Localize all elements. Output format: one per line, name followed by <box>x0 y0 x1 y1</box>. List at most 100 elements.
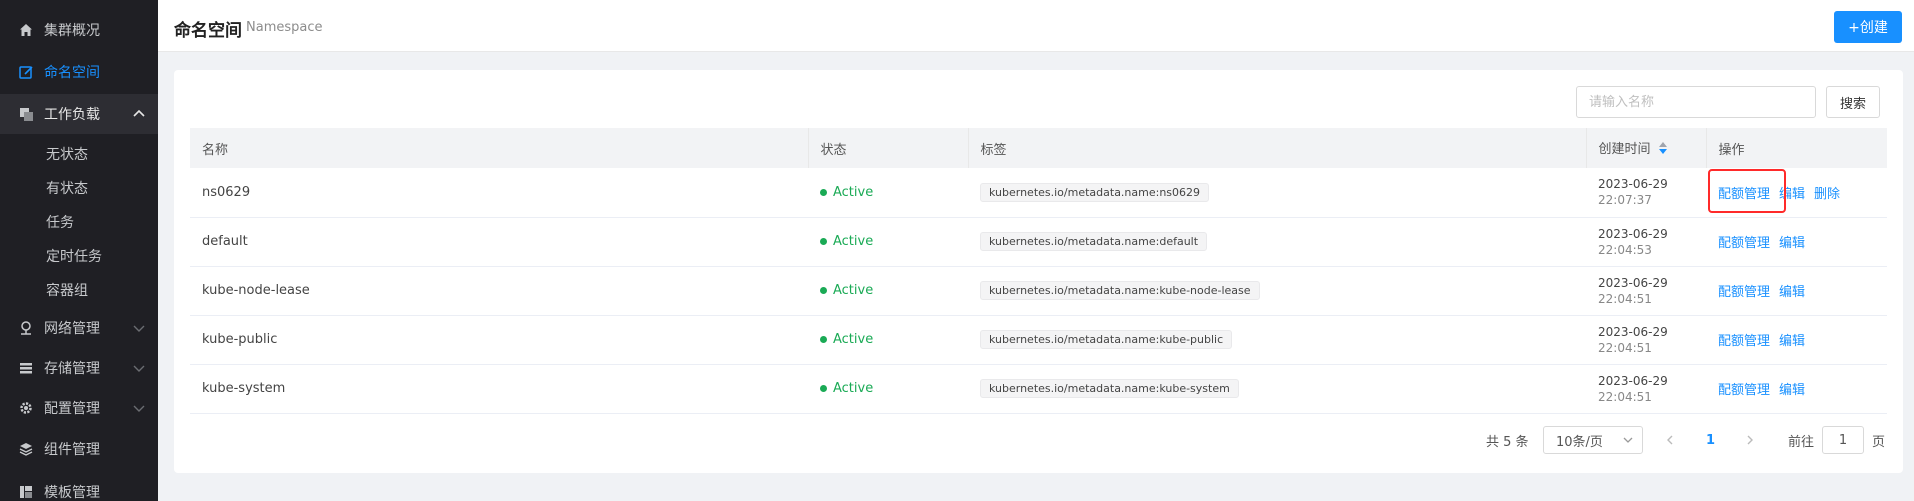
table-row: kube-system Active kubernetes.io/metadat… <box>190 364 1887 414</box>
search-button[interactable]: 搜索 <box>1826 86 1880 118</box>
status-cell: Active <box>808 266 968 316</box>
column-header-actions: 操作 <box>1706 128 1887 168</box>
home-icon <box>18 22 34 38</box>
namespace-name: ns0629 <box>190 168 808 218</box>
layers-icon <box>18 106 34 122</box>
quota-button[interactable]: 配额管理 <box>1718 334 1770 349</box>
sidebar-item-label: 模板管理 <box>44 485 100 501</box>
edit-button[interactable]: 编辑 <box>1779 285 1805 300</box>
sidebar-item-network[interactable]: 网络管理 <box>0 308 158 348</box>
namespace-card: 搜索 名称 状态 标签 创建时间 操作 ns0629 Activ <box>174 70 1903 473</box>
column-header-name: 名称 <box>190 128 809 168</box>
sidebar: 集群概况 命名空间 工作负载 无状态 有状态 任务 定时任务 容器组 网络管理 … <box>0 0 158 501</box>
sidebar-subitem-pod[interactable]: 容器组 <box>0 273 158 307</box>
status-cell: Active <box>808 364 968 414</box>
status-dot-icon <box>820 385 827 392</box>
status-dot-icon <box>820 336 827 343</box>
status-badge: Active <box>833 381 874 396</box>
edit-button[interactable]: 编辑 <box>1779 383 1805 398</box>
sidebar-item-storage[interactable]: 存储管理 <box>0 348 158 388</box>
chevron-down-icon <box>132 361 146 375</box>
namespace-name: kube-node-lease <box>190 266 808 316</box>
edit-button[interactable]: 编辑 <box>1779 236 1805 251</box>
next-page-button[interactable] <box>1744 426 1756 454</box>
sidebar-item-templates[interactable]: 模板管理 <box>0 472 158 501</box>
pagination-total: 共 5 条 <box>1486 434 1529 450</box>
search-input[interactable] <box>1576 86 1816 118</box>
page-number[interactable]: 1 <box>1706 426 1715 454</box>
status-cell: Active <box>808 217 968 267</box>
created-date: 2023-06-29 <box>1598 324 1668 339</box>
chevron-left-icon <box>1667 435 1673 445</box>
sidebar-item-label: 网络管理 <box>44 321 100 337</box>
namespace-table: 名称 状态 标签 创建时间 操作 ns0629 Active kubernete… <box>190 128 1887 414</box>
gear-icon <box>18 400 34 416</box>
sidebar-item-label: 配置管理 <box>44 401 100 417</box>
label-tag: kubernetes.io/metadata.name:ns0629 <box>980 182 1210 202</box>
quota-button[interactable]: 配额管理 <box>1718 383 1770 398</box>
edit-button[interactable]: 编辑 <box>1779 187 1805 202</box>
status-dot-icon <box>820 287 827 294</box>
sidebar-item-label: 工作负载 <box>44 107 100 123</box>
chevron-down-icon <box>1622 434 1634 450</box>
column-header-status: 状态 <box>808 128 969 168</box>
page-unit-label: 页 <box>1872 434 1886 450</box>
sidebar-item-config[interactable]: 配置管理 <box>0 388 158 428</box>
sidebar-subitem-cronjob[interactable]: 定时任务 <box>0 239 158 273</box>
create-button[interactable]: +创建 <box>1834 11 1902 43</box>
status-dot-icon <box>820 238 827 245</box>
quota-button[interactable]: 配额管理 <box>1718 187 1770 202</box>
status-badge: Active <box>833 184 874 200</box>
created-cell: 2023-06-29 22:07:37 <box>1586 168 1706 218</box>
namespace-name: kube-public <box>190 315 808 365</box>
column-header-labels: 标签 <box>968 128 1587 168</box>
goto-label: 前往 <box>1788 434 1815 450</box>
table-row: ns0629 Active kubernetes.io/metadata.nam… <box>190 168 1887 218</box>
created-time: 22:04:51 <box>1598 291 1652 306</box>
labels-cell: kubernetes.io/metadata.name:kube-system <box>968 364 1586 414</box>
created-time: 22:07:37 <box>1598 193 1652 208</box>
namespace-name: default <box>190 217 808 267</box>
goto-page-input[interactable] <box>1822 426 1864 454</box>
sidebar-item-cluster-overview[interactable]: 集群概况 <box>0 10 158 50</box>
created-date: 2023-06-29 <box>1598 373 1668 388</box>
sidebar-subitem-deployment[interactable]: 无状态 <box>0 137 158 171</box>
labels-cell: kubernetes.io/metadata.name:default <box>968 217 1586 267</box>
sidebar-item-namespace[interactable]: 命名空间 <box>0 52 158 92</box>
quota-button[interactable]: 配额管理 <box>1718 236 1770 251</box>
edit-button[interactable]: 编辑 <box>1779 334 1805 349</box>
actions-cell: 配额管理 编辑 <box>1706 315 1887 365</box>
status-badge: Active <box>833 332 874 347</box>
actions-cell: 配额管理 编辑 删除 <box>1706 168 1887 218</box>
actions-cell: 配额管理 编辑 <box>1706 217 1887 267</box>
label-tag: kubernetes.io/metadata.name:kube-public <box>980 330 1233 349</box>
sidebar-item-components[interactable]: 组件管理 <box>0 429 158 469</box>
column-header-created[interactable]: 创建时间 <box>1586 128 1707 168</box>
template-icon <box>18 484 34 500</box>
quota-button[interactable]: 配额管理 <box>1718 285 1770 300</box>
created-cell: 2023-06-29 22:04:53 <box>1586 217 1706 267</box>
table-row: default Active kubernetes.io/metadata.na… <box>190 217 1887 267</box>
table-header-row: 名称 状态 标签 创建时间 操作 <box>190 128 1887 168</box>
namespace-name: kube-system <box>190 364 808 414</box>
labels-cell: kubernetes.io/metadata.name:kube-node-le… <box>968 266 1586 316</box>
page-size-select[interactable]: 10条/页 <box>1543 426 1643 454</box>
table-row: kube-node-lease Active kubernetes.io/met… <box>190 266 1887 316</box>
sidebar-subitem-job[interactable]: 任务 <box>0 205 158 239</box>
created-cell: 2023-06-29 22:04:51 <box>1586 364 1706 414</box>
page-size-value: 10条/页 <box>1556 434 1603 450</box>
sidebar-item-label: 组件管理 <box>44 442 100 458</box>
prev-page-button[interactable] <box>1664 426 1676 454</box>
status-cell: Active <box>808 315 968 365</box>
delete-button[interactable]: 删除 <box>1814 187 1840 202</box>
label-tag: kubernetes.io/metadata.name:kube-system <box>980 379 1239 398</box>
sidebar-item-workloads[interactable]: 工作负载 <box>0 94 158 134</box>
sort-icon[interactable] <box>1658 141 1667 158</box>
table-row: kube-public Active kubernetes.io/metadat… <box>190 315 1887 365</box>
sidebar-item-label: 集群概况 <box>44 23 100 39</box>
actions-cell: 配额管理 编辑 <box>1706 266 1887 316</box>
actions-cell: 配额管理 编辑 <box>1706 364 1887 414</box>
labels-cell: kubernetes.io/metadata.name:ns0629 <box>968 168 1586 218</box>
sidebar-subitem-statefulset[interactable]: 有状态 <box>0 171 158 205</box>
page-title: 命名空间 <box>174 21 242 41</box>
